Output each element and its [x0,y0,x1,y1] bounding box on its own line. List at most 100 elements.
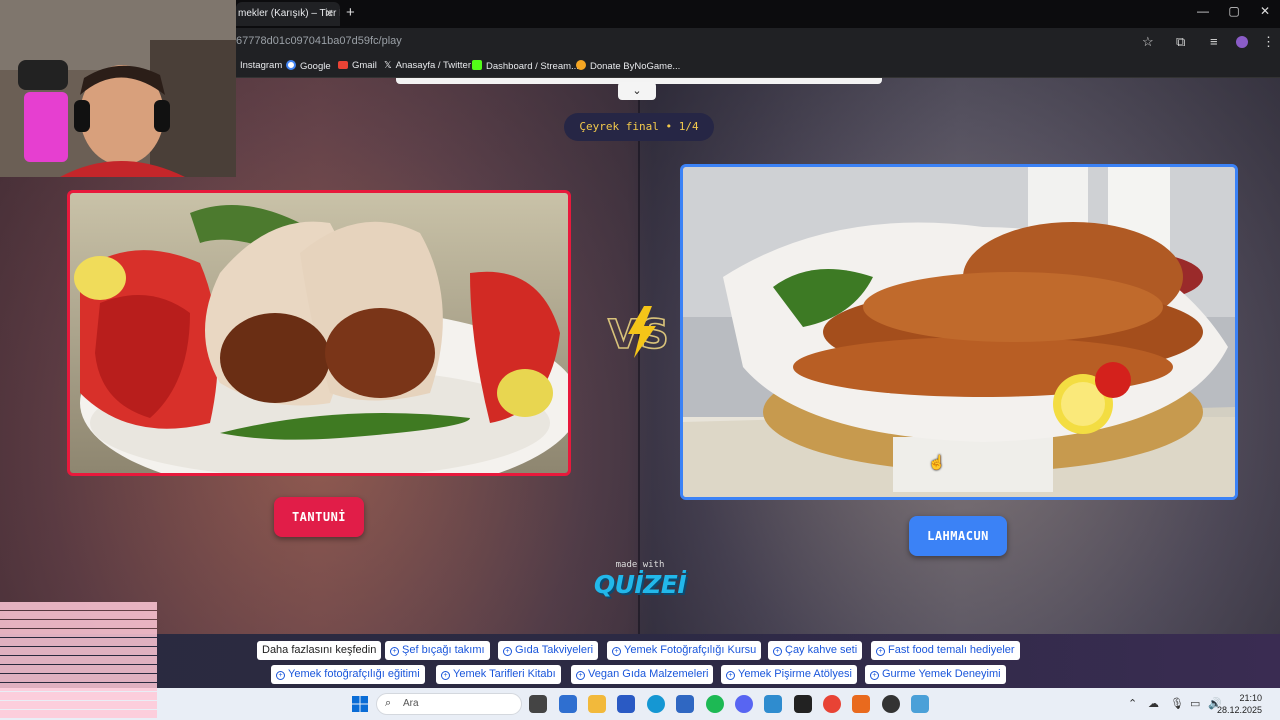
chat-line [0,647,157,655]
bynogame-icon [576,60,586,70]
mouse-cursor-icon: ☝ [928,454,946,470]
streamer-webcam-image [0,0,236,177]
bookmark-donate[interactable]: Donate ByNoGame... [576,60,680,72]
related-searches-bar: Daha fazlasını keşfedin + Şef bıçağı takı… [0,634,1280,688]
search-plus-icon: + [441,671,450,680]
chrome-icon[interactable] [823,695,841,713]
search-plus-icon: + [876,647,885,656]
chevron-up-icon[interactable]: ⌃ [1128,697,1137,710]
tantuni-image [70,193,568,473]
right-choice-card[interactable] [680,164,1238,500]
chat-line [0,602,157,610]
bookmark-gmail[interactable]: Gmail [338,60,377,71]
cloud-icon[interactable]: ☁ [1148,697,1159,710]
ad-chip[interactable]: + Yemek Fotoğrafçılığı Kursu [607,641,762,660]
ad-chip[interactable]: + Vegan Gıda Malzemeleri [571,665,714,684]
search-icon: ⌕ [385,697,392,709]
chat-line [0,620,157,628]
ad-chip[interactable]: + Şef bıçağı takımı [385,641,490,660]
chat-line [0,638,157,646]
windows-taskbar: ⌕ Ara ⌃ ☁ 🎙 ▭ 🔊 21:10 28.12.2025 [0,688,1280,720]
bookmark-star-icon[interactable]: ☆ [1142,34,1154,50]
ad-chip[interactable]: + Gurme Yemek Deneyimi [865,665,1006,684]
settings-icon[interactable] [764,695,782,713]
discord-icon[interactable] [735,695,753,713]
obs-icon[interactable] [882,695,900,713]
spotify-icon[interactable] [706,695,724,713]
x-icon: 𝕏 [384,60,392,71]
microphone-icon[interactable]: 🎙 [1170,697,1184,710]
chat-line [0,611,157,619]
mail-icon[interactable] [676,695,694,713]
lahmacun-button[interactable]: LAHMACUN [909,516,1007,556]
round-indicator: Çeyrek final • 1/4 [564,113,714,141]
clock[interactable]: 21:10 28.12.2025 [1217,692,1262,716]
bookmark-twitter[interactable]: 𝕏 Anasayfa / Twitter [384,60,471,71]
extensions-icon[interactable]: ⧉ [1176,34,1185,50]
ad-chip[interactable]: + Yemek Tarifleri Kitabı [436,665,561,684]
webcam-overlay [0,0,236,177]
chat-line [0,629,157,637]
store-icon[interactable] [617,695,635,713]
widgets-icon[interactable] [559,695,577,713]
chat-line [0,710,157,718]
search-plus-icon: + [726,671,735,680]
clock-date: 28.12.2025 [1216,705,1262,715]
profile-avatar[interactable] [1236,36,1248,48]
made-with-label: made with [615,560,665,570]
close-window-button[interactable]: ✕ [1248,4,1280,18]
quizei-logo[interactable]: QUİZEİ [592,570,688,599]
search-plus-icon: + [503,647,512,656]
svg-text:V: V [608,312,639,358]
stream-chat-overlay [0,600,158,720]
ad-chip[interactable]: + Fast food temalı hediyeler [871,641,1020,660]
browser-tab[interactable]: mekler (Karışık) – Tier L ✕ [236,2,340,26]
obs-plugin-icon[interactable] [852,695,870,713]
chat-line [0,683,157,691]
restore-button[interactable]: ▢ [1217,4,1251,18]
search-plus-icon: + [390,647,399,656]
url-field[interactable]: 67778d01c097041ba07d59fc/play [236,35,402,47]
left-choice-card[interactable] [67,190,571,476]
bookmark-google[interactable]: Google [286,60,331,72]
lahmacun-image [683,167,1235,497]
minimize-button[interactable]: — [1186,4,1220,18]
network-icon[interactable]: ▭ [1190,697,1200,710]
bookmark-dashboard[interactable]: Dashboard / Stream... [472,60,579,72]
kick-icon [472,60,482,70]
notepad-icon[interactable] [911,695,929,713]
chat-line [0,665,157,673]
ad-chip[interactable]: + Yemek fotoğrafçılığı eğitimi [271,665,425,684]
file-explorer-icon[interactable] [588,695,606,713]
bookmark-instagram[interactable]: Instagram [240,60,282,71]
discover-more-label: Daha fazlasını keşfedin [257,641,382,660]
search-plus-icon: + [773,647,782,656]
chat-line [0,692,157,700]
search-label: Ara [403,698,419,709]
collapse-button[interactable]: ⌄ [618,82,656,100]
clock-time: 21:10 [1239,693,1262,703]
chat-line [0,656,157,664]
tantuni-button[interactable]: TANTUNİ [274,497,364,537]
edge-icon[interactable] [647,695,665,713]
chat-line [0,674,157,682]
close-tab-icon[interactable]: ✕ [325,2,334,26]
ad-chip[interactable]: + Çay kahve seti [768,641,863,660]
gmail-icon [338,61,348,69]
task-view-icon[interactable] [529,695,547,713]
taskbar-search[interactable]: ⌕ Ara [376,693,522,715]
search-plus-icon: + [276,671,285,680]
ad-chip[interactable]: + Gıda Takviyeleri [498,641,599,660]
search-plus-icon: + [612,647,621,656]
chat-line [0,701,157,709]
versus-icon: V S [607,306,670,359]
media-app-icon[interactable] [794,695,812,713]
ad-chip[interactable]: + Yemek Pişirme Atölyesi [721,665,857,684]
chevron-down-icon: ⌄ [632,85,642,97]
menu-icon[interactable]: ⋮ [1262,34,1275,50]
new-tab-button[interactable]: + [346,4,355,21]
search-plus-icon: + [870,671,879,680]
media-controls-icon[interactable]: ≡ [1210,34,1218,49]
windows-start-icon[interactable] [352,696,368,712]
search-plus-icon: + [576,671,585,680]
